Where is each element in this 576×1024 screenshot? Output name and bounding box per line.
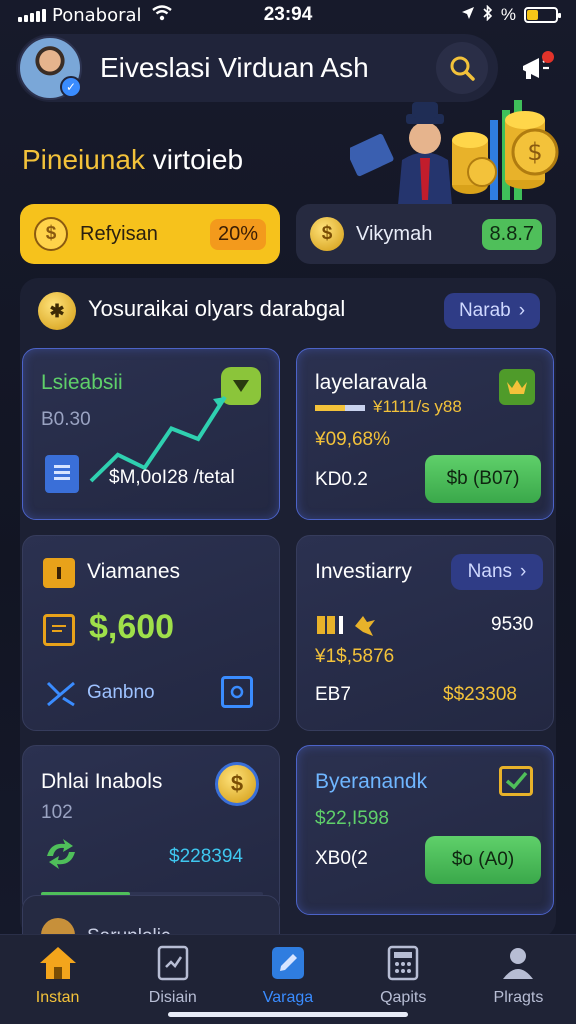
card-title: Investiarry [315, 560, 412, 583]
buy-button[interactable]: $b (B07) [425, 455, 541, 503]
cellular-signal-icon [18, 8, 46, 22]
bluetooth-icon [483, 4, 493, 26]
card-title: Dhlai Inabols [41, 770, 163, 793]
card-value-right: 9530 [491, 614, 534, 635]
external-link-button[interactable] [221, 676, 253, 708]
receipt-icon [43, 614, 75, 646]
status-bar: Ponaboral 23:94 % [0, 0, 576, 30]
wifi-icon [151, 4, 172, 26]
verified-badge-icon: ✓ [60, 76, 82, 98]
app-root: Ponaboral 23:94 % ✓ Eiveslasi Virduan As… [0, 0, 576, 1024]
card-amount: $M,0oI28 /tetal [109, 467, 235, 488]
businessman-coins-illustration: $ [350, 100, 559, 205]
card-dhlai-inabols[interactable]: Dhlai Inabols $ 102 $228394 [22, 745, 280, 915]
status-indicators: % [461, 4, 561, 26]
chevron-right-icon: › [518, 300, 526, 321]
profile-icon [503, 948, 534, 979]
nav-item-instan[interactable]: Instan [0, 935, 115, 1024]
home-indicator [168, 1012, 408, 1017]
card-subtitle: 102 [41, 802, 73, 823]
refyisan-pill[interactable]: $ Refyisan 20% [20, 204, 280, 264]
nav-label: Disiain [148, 989, 197, 1006]
safe-icon [43, 558, 75, 588]
card-footer: Ganbno [87, 682, 155, 703]
profile-header: ✓ Eiveslasi Virduan Ash [16, 34, 498, 102]
coin-section-icon: ✱ [38, 292, 76, 330]
battery-percent: % [500, 5, 516, 24]
nav-item-varaga[interactable]: Varaga [230, 935, 345, 1024]
link-icon [230, 685, 244, 699]
section-link-label: Narab [458, 300, 511, 321]
pill-badge: 8.8.7 [481, 218, 542, 250]
gold-coin-icon: $ [310, 217, 344, 251]
pill-label: Refyisan [80, 222, 158, 245]
notifications-button[interactable] [512, 44, 562, 92]
chevron-right-icon: › [520, 561, 527, 582]
card-line1: ¥1111/s y88 [373, 397, 462, 416]
nav-item-qapits[interactable]: Qapits [346, 935, 461, 1024]
vikymah-pill[interactable]: $ Vikymah 8.8.7 [296, 204, 556, 264]
card-amount: $22,I598 [315, 808, 389, 829]
chart-scatter-icon [43, 678, 79, 710]
chip-label: Nans [467, 561, 513, 582]
search-button[interactable] [436, 42, 488, 94]
card-investiarry[interactable]: Investiarry Nans › 9530 ¥1$,5876 EB7 $$2… [296, 535, 554, 731]
card-code: EB7 [315, 684, 351, 705]
avatar[interactable]: ✓ [18, 36, 82, 100]
stack-bars-icon [315, 612, 377, 638]
card-code: XB0(2 [315, 848, 368, 869]
calculator-icon [387, 945, 419, 981]
nav-label: Qapits [380, 989, 427, 1006]
carrier-name: Ponaboral [52, 4, 142, 26]
megaphone-icon [523, 51, 554, 79]
edit-icon [272, 947, 304, 979]
header-title: Eiveslasi Virduan Ash [100, 52, 369, 83]
card-layelaravala[interactable]: layelaravala ¥1111/s y88 ¥09,68% KD0.2 $… [296, 348, 554, 520]
card-lsieabsii[interactable]: Lsieabsii B0.30 $M,0oI28 /tetal [22, 348, 280, 520]
card-code: KD0.2 [315, 469, 368, 490]
status-time: 23:94 [263, 4, 313, 25]
card-byeranandk[interactable]: Byeranandk $22,I598 XB0(2 $o (A0) [296, 745, 554, 915]
section-view-button[interactable]: Narab › [444, 293, 540, 329]
card-line2: ¥09,68% [315, 429, 391, 450]
hero-title-highlight: Pineiunak [22, 144, 145, 175]
nans-button[interactable]: Nans › [451, 554, 543, 590]
location-icon [461, 5, 475, 25]
recycle-arrows-icon [41, 836, 81, 872]
document-icon [157, 945, 189, 981]
nav-label: Varaga [262, 989, 314, 1006]
nav-label: Instan [35, 989, 80, 1006]
card-value: ¥1$,5876 [315, 646, 395, 667]
bottom-navigation: Instan Disiain Varaga Qapits Plragts [0, 934, 576, 1024]
svg-text:$: $ [527, 138, 542, 166]
dollar-coin-icon: $ [215, 762, 259, 806]
section-title: Yosuraikai olyars darabgal [88, 296, 346, 321]
card-title: Byeranandk [315, 770, 428, 793]
card-viamanes[interactable]: Viamanes $,600 Ganbno [22, 535, 280, 731]
checkbox-icon [499, 766, 533, 796]
search-icon [450, 56, 475, 81]
nav-item-disiain[interactable]: Disiain [115, 935, 230, 1024]
battery-icon [524, 7, 561, 23]
crown-icon [499, 369, 535, 405]
buy-button[interactable]: $o (A0) [425, 836, 541, 884]
card-amount: $,600 [89, 608, 175, 646]
card-title: Viamanes [87, 560, 181, 583]
pill-label: Vikymah [356, 222, 433, 245]
card-amount: $$23308 [443, 684, 517, 705]
document-list-icon [45, 455, 79, 493]
home-icon [39, 947, 76, 979]
pill-badge: 20% [209, 218, 266, 250]
nav-label: Plragts [493, 989, 544, 1006]
hero-title-rest: virtoieb [152, 144, 244, 175]
progress-stripe [315, 405, 365, 411]
dollar-coin-icon: $ [34, 217, 68, 251]
card-title: layelaravala [315, 371, 428, 394]
card-amount: $228394 [169, 846, 243, 867]
hero-title: Pineiunak virtoieb [22, 144, 243, 176]
nav-item-plragts[interactable]: Plragts [461, 935, 576, 1024]
